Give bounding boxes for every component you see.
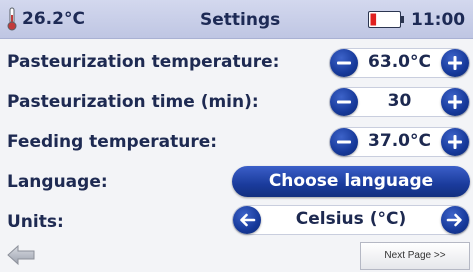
- clock: 11:00: [411, 10, 466, 30]
- units-selector: Celsius (°C): [232, 205, 470, 235]
- page-title: Settings: [200, 10, 281, 30]
- feeding-temperature-stepper: 37.0°C: [329, 127, 470, 157]
- pasteurization-time-label: Pasteurization time (min):: [7, 92, 259, 112]
- pasteurization-temperature-label: Pasteurization temperature:: [7, 52, 280, 72]
- pasteurization-time-stepper: 30: [329, 87, 470, 117]
- next-page-button[interactable]: Next Page >>: [360, 242, 470, 270]
- increase-pasteurization-time-button[interactable]: [441, 88, 469, 116]
- minus-icon: [337, 61, 351, 65]
- minus-icon: [337, 100, 351, 104]
- pasteurization-time-value: 30: [387, 91, 412, 111]
- current-temperature: 26.2°C: [6, 6, 85, 32]
- thermometer-icon: [7, 7, 17, 31]
- language-label: Language:: [7, 172, 108, 192]
- decrease-pasteurization-time-button[interactable]: [330, 88, 358, 116]
- units-value: Celsius (°C): [295, 209, 407, 229]
- battery-low-icon: [368, 11, 404, 28]
- increase-feeding-temperature-button[interactable]: [441, 128, 469, 156]
- plus-icon: [448, 95, 462, 109]
- choose-language-button[interactable]: Choose language: [232, 166, 470, 197]
- increase-pasteurization-temperature-button[interactable]: [441, 49, 469, 77]
- pasteurization-temperature-value: 63.0°C: [368, 52, 431, 72]
- plus-icon: [448, 56, 462, 70]
- plus-icon: [448, 135, 462, 149]
- pasteurization-temperature-stepper: 63.0°C: [329, 48, 470, 78]
- feeding-temperature-value: 37.0°C: [368, 131, 431, 151]
- decrease-feeding-temperature-button[interactable]: [330, 128, 358, 156]
- back-arrow-icon[interactable]: [6, 244, 36, 266]
- temperature-readout: 26.2°C: [22, 9, 85, 29]
- previous-unit-button[interactable]: [233, 206, 261, 234]
- decrease-pasteurization-temperature-button[interactable]: [330, 49, 358, 77]
- units-label: Units:: [7, 212, 64, 232]
- settings-screen: 26.2°C Settings 11:00 Pasteurization tem…: [0, 0, 473, 272]
- feeding-temperature-label: Feeding temperature:: [7, 132, 218, 152]
- minus-icon: [337, 140, 351, 144]
- status-header: 26.2°C Settings 11:00: [0, 0, 473, 39]
- next-unit-button[interactable]: [441, 206, 469, 234]
- arrow-left-icon: [240, 213, 256, 227]
- arrow-right-icon: [446, 213, 462, 227]
